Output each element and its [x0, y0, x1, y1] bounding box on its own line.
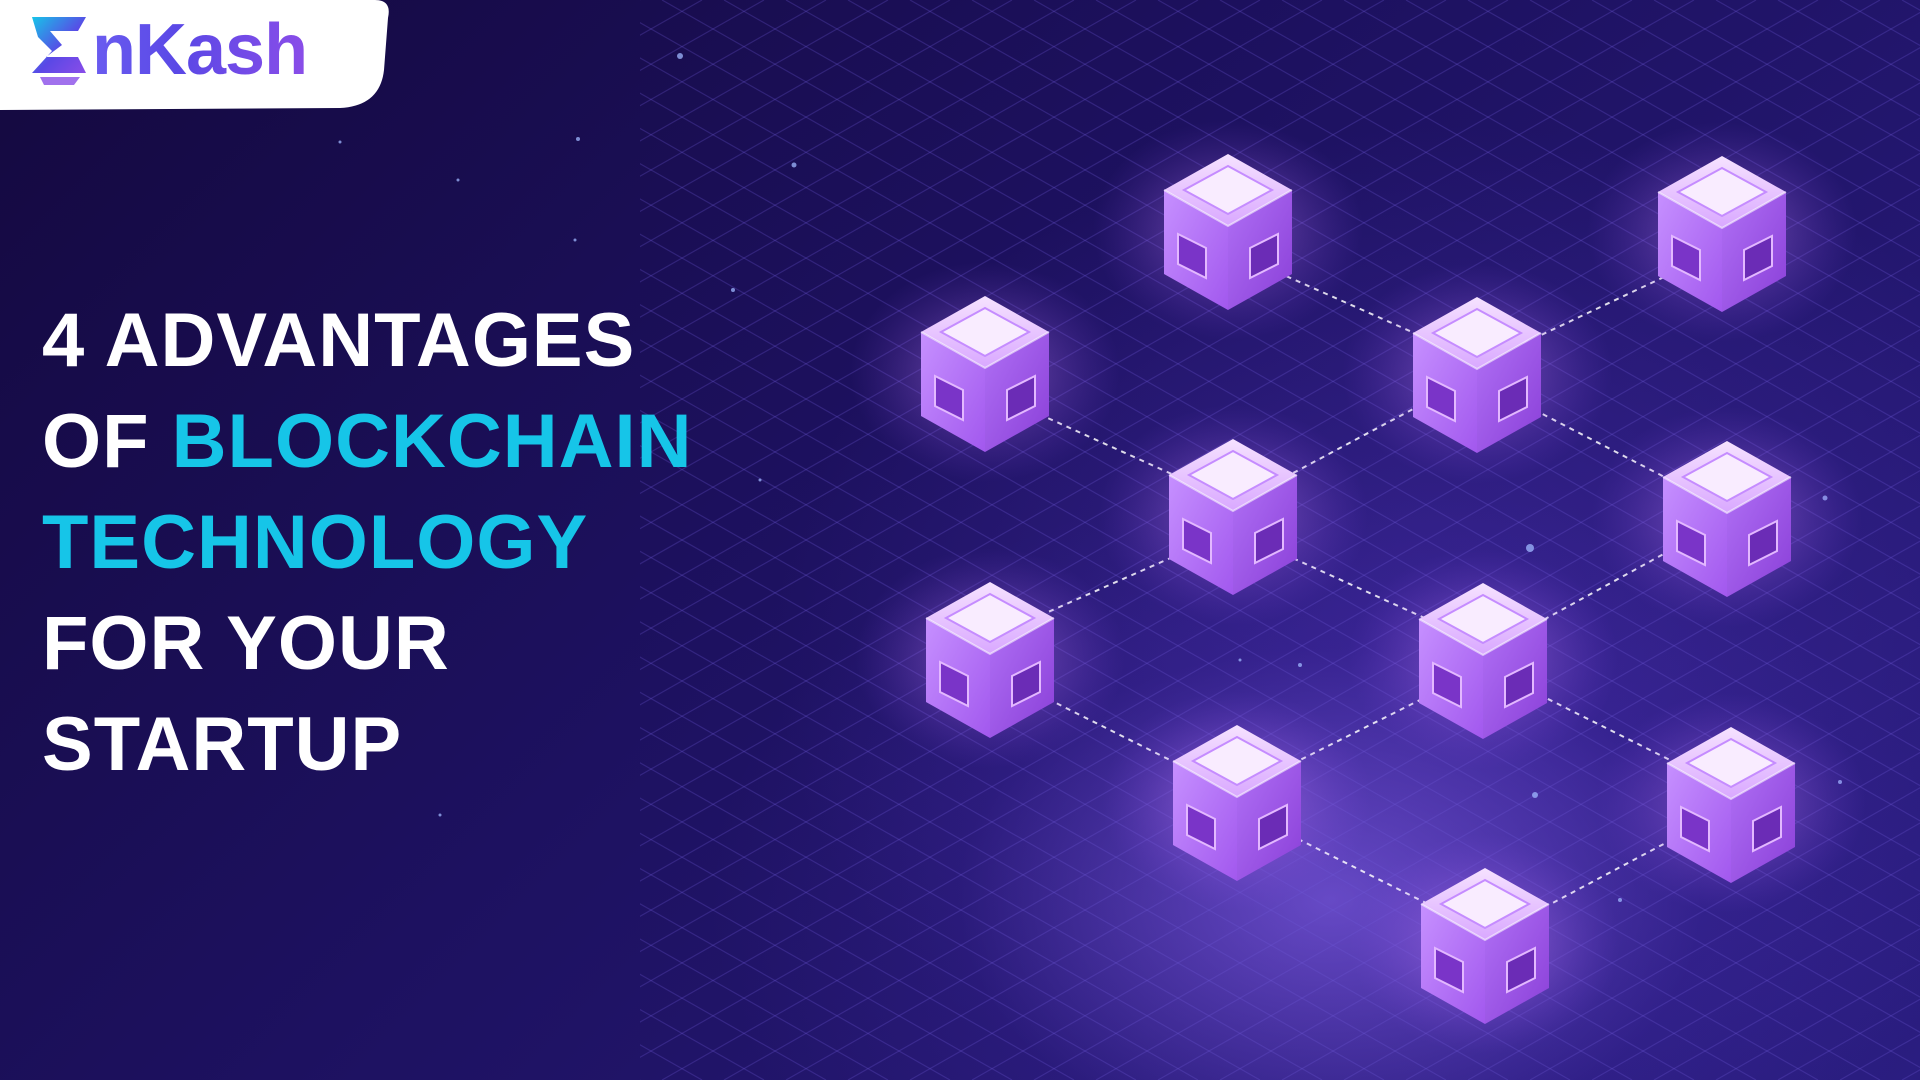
star: [456, 178, 460, 182]
headline: 4 ADVANTAGES OF BLOCKCHAIN TECHNOLOGY FO…: [42, 290, 693, 795]
block-cube-icon: [1592, 407, 1862, 627]
star: [791, 162, 797, 168]
headline-line-1: 4 ADVANTAGES: [42, 298, 636, 383]
headline-highlight-blockchain: BLOCKCHAIN: [171, 399, 693, 484]
enkash-e-logo-mark-icon: [32, 17, 86, 85]
block-cube-icon: [1093, 120, 1363, 340]
brand-wordmark: nKash: [92, 10, 308, 90]
star: [677, 53, 683, 59]
star: [1618, 898, 1622, 902]
star: [758, 478, 762, 482]
grid-line: [0, 0, 20, 1080]
block-cube-icon: [1342, 263, 1612, 483]
headline-line-4: FOR YOUR: [42, 601, 450, 686]
headline-line-2: OF BLOCKCHAIN: [42, 391, 693, 492]
block-cube-icon: [1102, 691, 1372, 911]
star: [576, 137, 580, 141]
block-cube-icon: [1596, 693, 1866, 913]
hero-banner: nKash 4 ADVANTAGES OF BLOCKCHAIN TECHNOL…: [0, 0, 1920, 1080]
star: [1298, 663, 1302, 667]
brand-logo[interactable]: nKash: [28, 6, 308, 94]
block-cube-icon: [1098, 405, 1368, 625]
block-cube-icon: [850, 262, 1120, 482]
headline-line-2-prefix: OF: [42, 399, 172, 484]
block-cube-icon: [1348, 549, 1618, 769]
block-cube-icon: [1350, 834, 1620, 1054]
block-cube-icon: [855, 548, 1125, 768]
star: [731, 288, 735, 292]
headline-highlight-technology: TECHNOLOGY: [42, 500, 589, 585]
headline-line-5: STARTUP: [42, 702, 403, 787]
block-cube-icon: [1587, 122, 1857, 342]
star: [438, 813, 442, 817]
grid-line: [0, 0, 20, 1080]
star: [573, 238, 577, 242]
star: [1238, 658, 1242, 662]
star: [1532, 792, 1538, 798]
star: [1526, 544, 1534, 552]
star: [338, 140, 342, 144]
